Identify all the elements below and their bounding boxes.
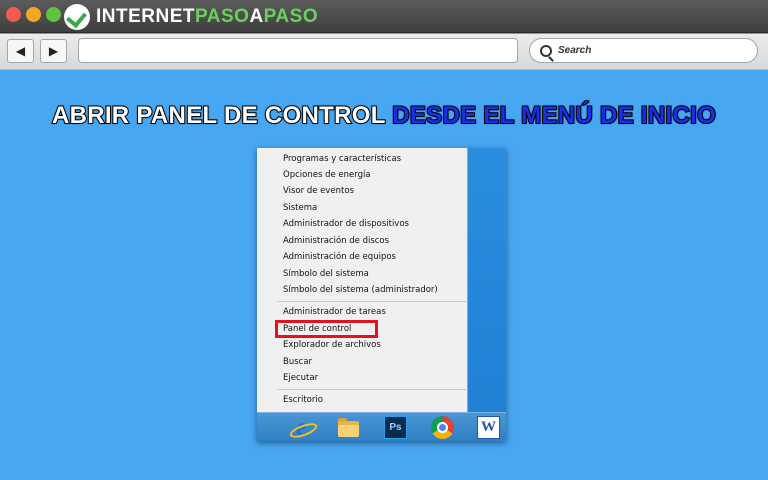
highlight-box [275, 320, 378, 338]
site-logo[interactable]: INTERNETPASOAPASO [64, 4, 318, 30]
site-logo-text: INTERNETPASOAPASO [96, 6, 319, 27]
menu-item-administracion-equipos[interactable]: Administración de equipos [283, 252, 396, 262]
browser-toolbar: ◀ ▶ Search [0, 34, 768, 70]
menu-item-escritorio[interactable]: Escritorio [283, 395, 323, 405]
menu-item-ejecutar[interactable]: Ejecutar [283, 373, 318, 383]
address-bar[interactable] [78, 38, 518, 63]
maximize-window-button[interactable] [46, 7, 61, 22]
heading-blue-part: DESDE EL MENÚ DE INICIO [391, 101, 717, 130]
forward-button[interactable]: ▶ [40, 39, 67, 63]
menu-item-opciones-energia[interactable]: Opciones de energía [283, 170, 371, 180]
file-explorer-folder-icon[interactable] [337, 416, 360, 439]
folder-front [338, 425, 359, 437]
menu-item-simbolo-sistema-admin[interactable]: Símbolo del sistema (administrador) [283, 285, 438, 295]
back-arrow-icon: ◀ [15, 44, 26, 58]
back-button[interactable]: ◀ [7, 39, 34, 63]
word-icon[interactable]: W [477, 416, 500, 439]
photoshop-icon[interactable]: Ps [384, 416, 407, 439]
winx-context-menu: Programas y características Opciones de … [257, 148, 468, 412]
search-bar[interactable]: Search [529, 38, 758, 63]
menu-separator [277, 389, 466, 390]
search-placeholder: Search [558, 45, 592, 56]
browser-titlebar: INTERNETPASOAPASO [0, 0, 768, 33]
checkmark-logo-icon [64, 4, 90, 30]
menu-item-buscar[interactable]: Buscar [283, 357, 312, 367]
close-window-button[interactable] [6, 7, 21, 22]
windows-taskbar: e Ps W [257, 412, 506, 441]
menu-item-explorador-archivos[interactable]: Explorador de archivos [283, 340, 381, 350]
article-heading: ABRIR PANEL DE CONTROL DESDE EL MENÚ DE … [0, 101, 768, 130]
menu-item-visor-eventos[interactable]: Visor de eventos [283, 186, 354, 196]
menu-item-administrador-dispositivos[interactable]: Administrador de dispositivos [283, 219, 409, 229]
menu-separator [277, 301, 466, 302]
forward-arrow-icon: ▶ [48, 44, 59, 58]
windows-screenshot: Programas y características Opciones de … [257, 148, 506, 441]
menu-item-simbolo-sistema[interactable]: Símbolo del sistema [283, 269, 369, 279]
menu-item-programas[interactable]: Programas y características [283, 154, 401, 164]
internet-explorer-icon[interactable]: e [290, 415, 313, 440]
chrome-icon[interactable] [431, 416, 454, 439]
minimize-window-button[interactable] [26, 7, 41, 22]
menu-item-sistema[interactable]: Sistema [283, 203, 317, 213]
search-icon [540, 44, 552, 57]
menu-item-administracion-discos[interactable]: Administración de discos [283, 236, 389, 246]
menu-item-administrador-tareas[interactable]: Administrador de tareas [283, 307, 386, 317]
heading-white-part: ABRIR PANEL DE CONTROL [51, 101, 386, 130]
